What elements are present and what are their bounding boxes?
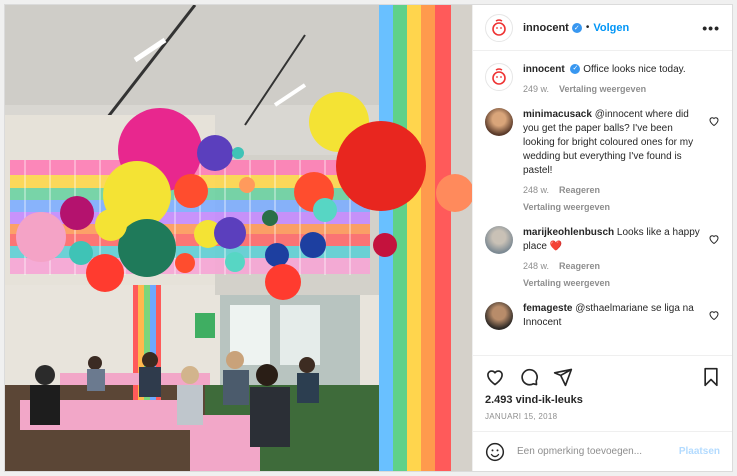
translate-link[interactable]: Vertaling weergeven xyxy=(523,276,702,290)
verified-icon: ✓ xyxy=(570,64,581,75)
comment-composer: Plaatsen xyxy=(473,431,732,471)
comment-username[interactable]: marijkeohlenbusch xyxy=(523,227,614,238)
innocent-logo-icon xyxy=(492,18,506,36)
innocent-avatar[interactable] xyxy=(485,13,513,42)
caption-avatar[interactable] xyxy=(485,63,513,91)
action-icons xyxy=(485,364,720,390)
post-photo xyxy=(5,5,472,471)
comment-meta: 248 w. Reageren xyxy=(523,183,702,197)
post-button[interactable]: Plaatsen xyxy=(679,446,720,457)
share-icon[interactable] xyxy=(553,367,573,387)
post-header: innocent ✓ • Volgen ••• xyxy=(473,5,732,51)
header-username[interactable]: innocent xyxy=(523,22,569,34)
bookmark-icon[interactable] xyxy=(702,367,720,387)
caption-age: 249 w. xyxy=(523,84,550,94)
caption-meta: 249 w. Vertaling weergeven xyxy=(523,82,702,96)
verified-icon: ✓ xyxy=(571,22,582,33)
more-icon[interactable]: ••• xyxy=(702,20,720,36)
comment-avatar[interactable] xyxy=(485,226,513,254)
comment-username[interactable]: minimacusack xyxy=(523,109,592,120)
separator-dot: • xyxy=(585,22,590,33)
comment-body: femageste @sthaelmariane se liga na Inno… xyxy=(523,302,720,330)
caption-body: innocent ✓ Office looks nice today. 249 … xyxy=(523,63,720,96)
comment-body: minimacusack @innocent where did you get… xyxy=(523,108,720,214)
comment-age: 248 w. xyxy=(523,261,550,271)
heart-emoji: ❤️ xyxy=(549,241,563,252)
translate-link[interactable]: Vertaling weergeven xyxy=(523,200,702,214)
comment-item: marijkeohlenbusch Looks like a happy pla… xyxy=(485,226,720,290)
caption-text: Office looks nice today. xyxy=(583,64,686,75)
emoji-icon[interactable] xyxy=(485,442,505,462)
post-date: JANUARI 15, 2018 xyxy=(485,412,558,421)
reply-button[interactable]: Reageren xyxy=(559,183,600,197)
caption-translate[interactable]: Vertaling weergeven xyxy=(559,82,646,96)
comment-item: minimacusack @innocent where did you get… xyxy=(485,108,720,214)
comment-like-heart-icon[interactable] xyxy=(708,309,720,321)
comment-item: femageste @sthaelmariane se liga na Inno… xyxy=(485,302,720,330)
innocent-logo-icon xyxy=(492,68,506,85)
comments-list: innocent ✓ Office looks nice today. 249 … xyxy=(473,51,732,355)
heart-icon[interactable] xyxy=(485,367,505,387)
reply-button[interactable]: Reageren xyxy=(559,259,600,273)
likes-count[interactable]: 2.493 vind-ik-leuks xyxy=(485,394,720,406)
follow-button[interactable]: Volgen xyxy=(593,22,629,34)
comment-body: marijkeohlenbusch Looks like a happy pla… xyxy=(523,226,720,290)
comment-username[interactable]: femageste xyxy=(523,303,572,314)
comment-like-heart-icon[interactable] xyxy=(708,233,720,245)
caption-username[interactable]: innocent xyxy=(523,64,565,75)
caption: innocent ✓ Office looks nice today. 249 … xyxy=(485,63,720,96)
comment-input[interactable] xyxy=(517,446,679,457)
comment-avatar[interactable] xyxy=(485,302,513,330)
comment-icon[interactable] xyxy=(519,367,539,387)
post-sidebar: innocent ✓ • Volgen ••• innocent ✓ Offic… xyxy=(472,5,732,471)
comment-like-heart-icon[interactable] xyxy=(708,115,720,127)
comment-meta: 248 w. Reageren xyxy=(523,259,702,273)
comment-avatar[interactable] xyxy=(485,108,513,136)
comment-age: 248 w. xyxy=(523,185,550,195)
office-photo-illustration xyxy=(5,5,472,471)
action-bar: 2.493 vind-ik-leuks JANUARI 15, 2018 xyxy=(473,355,732,431)
instagram-post-dialog: innocent ✓ • Volgen ••• innocent ✓ Offic… xyxy=(4,4,733,472)
